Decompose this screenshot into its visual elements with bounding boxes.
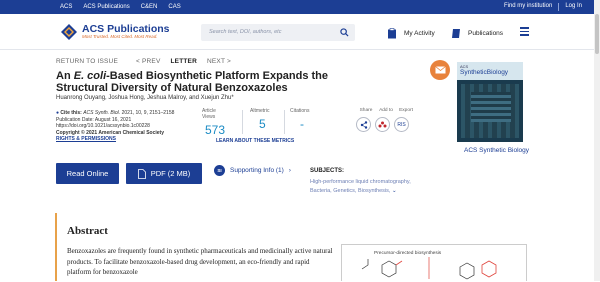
cover-artwork-detail (471, 92, 511, 122)
metric-divider (284, 110, 285, 134)
pdf-icon (137, 168, 146, 179)
cite-label: Cite this: (60, 110, 82, 116)
search-input[interactable]: Search text, DOI, authors, etc (201, 24, 355, 41)
journal-cover[interactable]: ACS SyntheticBiology (457, 62, 523, 142)
rights-permissions-link[interactable]: RIGHTS & PERMISSIONS (56, 136, 174, 143)
pdf-download-button[interactable]: PDF (2 MB) (126, 163, 202, 184)
topbar-link-acs-publications[interactable]: ACS Publications (83, 4, 129, 10)
citation-block: ● Cite this: ACS Synth. Biol. 2021, 10, … (56, 110, 175, 143)
journal-name-link[interactable]: ACS Synthetic Biology (464, 147, 529, 154)
article-type-label: LETTER (170, 58, 197, 65)
citations-label: Citations (290, 108, 310, 114)
supporting-info-label: Supporting Info (1) (230, 167, 284, 174)
return-to-issue-link[interactable]: RETURN TO ISSUE (56, 58, 118, 65)
cover-title: SyntheticBiology (460, 69, 509, 76)
book-icon (452, 29, 460, 38)
author-list[interactable]: Huanrong Ouyang, Joshua Hong, Jeshua Mal… (56, 95, 234, 101)
scrollbar-thumb[interactable] (595, 14, 599, 54)
next-link[interactable]: NEXT > (207, 58, 231, 65)
supporting-info-link[interactable]: SI Supporting Info (1) › (214, 165, 291, 176)
learn-metrics-link[interactable]: LEARN ABOUT THESE METRICS (216, 138, 294, 144)
views-label: Article Views (202, 108, 216, 120)
cite-journal: ACS Synth. Biol. (83, 110, 121, 116)
email-alert-icon[interactable] (430, 60, 450, 80)
views-value: 573 (205, 123, 226, 137)
subjects-heading: SUBJECTS: (310, 168, 345, 174)
pdf-label: PDF (2 MB) (150, 169, 191, 178)
search-icon[interactable] (340, 28, 349, 37)
share-icon (360, 120, 367, 129)
export-label: Export (399, 108, 413, 113)
abstract-heading: Abstract (67, 225, 108, 237)
logo-tagline: Most Trusted. Most Cited. Most Read. (82, 34, 158, 39)
topbar-link-cen[interactable]: C&EN (141, 4, 158, 10)
acs-publications-logo[interactable]: ACS Publications Most Trusted. Most Cite… (60, 23, 170, 41)
find-institution-link[interactable]: Find my institution (498, 3, 558, 11)
envelope-icon (434, 66, 446, 74)
prev-link[interactable]: < PREV (136, 58, 161, 65)
share-label: Share (359, 108, 373, 113)
cite-ref: 2021, 10, 9, 2151–2158 (121, 110, 175, 116)
metric-altmetric[interactable]: Altmetric 5 (250, 108, 269, 131)
logo-title: ACS Publications (82, 23, 170, 35)
cover-masthead: ACS SyntheticBiology (457, 62, 523, 80)
acs-logo-icon (61, 24, 77, 40)
citations-value: - (300, 117, 304, 131)
search-placeholder: Search text, DOI, authors, etc (209, 29, 282, 35)
read-online-button[interactable]: Read Online (56, 163, 119, 184)
publications-link[interactable]: Publications (451, 28, 503, 39)
toc-graphic[interactable]: Precursor-directed biosynthesis (341, 244, 527, 281)
add-to-label: Add to (379, 108, 393, 113)
metric-views[interactable]: Article Views 573 (202, 108, 225, 137)
altmetric-value: 5 (259, 117, 266, 131)
subjects-list[interactable]: High-performance liquid chromatography, … (310, 178, 416, 196)
abstract-text: Benzoxazoles are frequently found in syn… (67, 247, 333, 276)
topbar-link-cas[interactable]: CAS (168, 4, 180, 10)
export-ris-button[interactable]: RIS (394, 117, 409, 132)
publications-label: Publications (468, 30, 504, 37)
title-species: E. coli (73, 70, 107, 82)
metric-citations[interactable]: Citations - (290, 108, 309, 131)
hamburger-menu-icon[interactable] (520, 27, 529, 36)
subjects-section: SUBJECTS: High-performance liquid chroma… (310, 168, 416, 196)
page-scrollbar[interactable] (594, 0, 600, 281)
site-header: ACS Publications Most Trusted. Most Cite… (0, 14, 600, 50)
article-title: An E. coli-Based Biosynthetic Platform E… (56, 70, 329, 94)
my-activity-label: My Activity (404, 30, 435, 37)
share-button[interactable] (356, 117, 371, 132)
supporting-info-icon: SI (214, 165, 225, 176)
chevron-right-icon: › (288, 167, 291, 174)
top-navigation-bar: ACS ACS Publications C&EN CAS Find my in… (0, 0, 600, 14)
add-to-button[interactable] (375, 117, 390, 132)
chevron-down-icon[interactable]: ⌄ (392, 188, 397, 194)
altmetric-label: Altmetric (250, 108, 270, 114)
clipboard-icon (388, 28, 396, 39)
share-tools: Share Add to Export RIS (356, 108, 416, 132)
add-to-library-icon (378, 121, 387, 127)
metric-divider (242, 110, 243, 134)
my-activity-link[interactable]: My Activity (387, 28, 435, 39)
topbar-link-acs[interactable]: ACS (60, 4, 72, 10)
issue-navigation: RETURN TO ISSUE < PREV LETTER NEXT > (56, 58, 231, 65)
login-link[interactable]: Log In (559, 3, 588, 11)
chemical-structure-graphic (361, 257, 497, 280)
